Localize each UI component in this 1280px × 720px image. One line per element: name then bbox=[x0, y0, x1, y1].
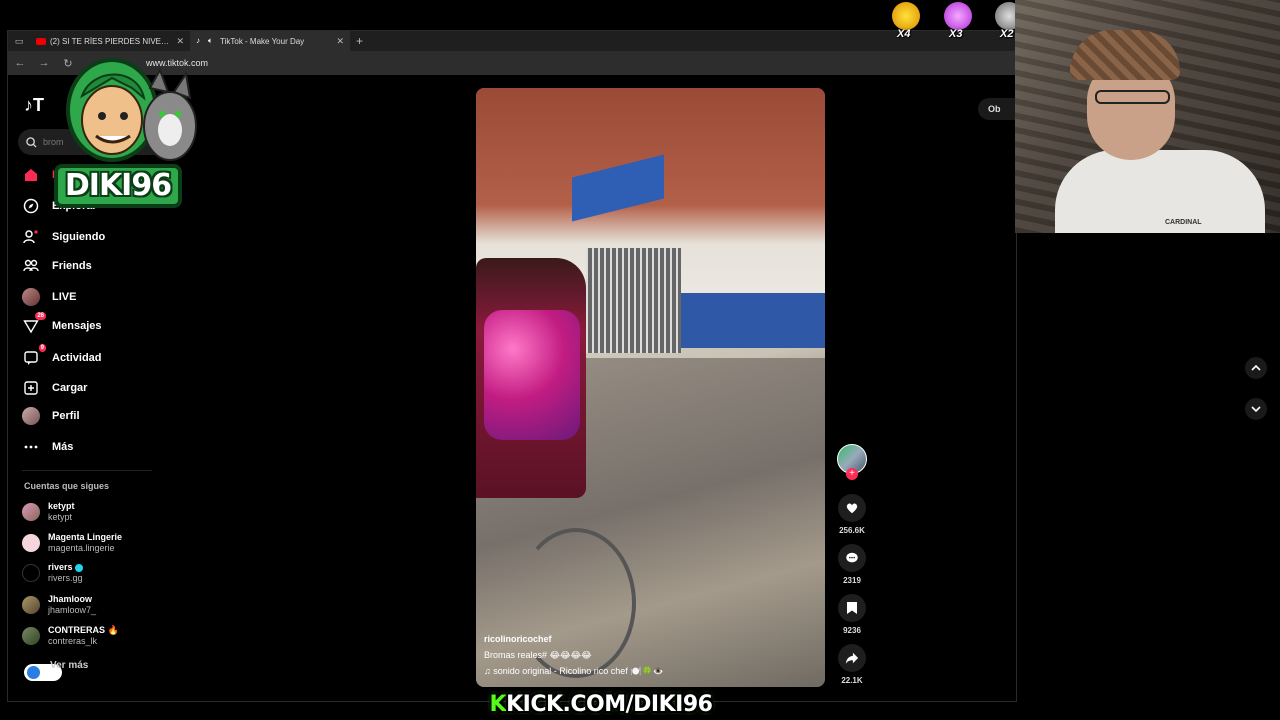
nav-upload[interactable]: Cargar bbox=[22, 378, 87, 398]
tab-sidebar-icon[interactable]: ▭ bbox=[8, 36, 30, 47]
share-icon bbox=[845, 652, 859, 664]
save-count: 9236 bbox=[843, 626, 861, 635]
streamer-logo: DIKI96 bbox=[52, 48, 202, 210]
kick-logo: K bbox=[489, 691, 507, 717]
get-app-button[interactable]: Ob bbox=[978, 98, 1018, 120]
close-icon[interactable]: ✕ bbox=[176, 36, 184, 47]
gift-counter: X4 bbox=[889, 2, 923, 40]
chevron-up-icon bbox=[1251, 364, 1261, 371]
search-icon bbox=[26, 136, 37, 148]
save-button[interactable]: 9236 bbox=[836, 594, 868, 635]
activity-icon: 9 bbox=[22, 344, 46, 367]
verified-icon bbox=[74, 563, 83, 572]
followed-heading: Cuentas que sigues bbox=[24, 481, 110, 491]
kick-url: KICK.COM/DIKI96 bbox=[506, 691, 713, 717]
follow-plus-icon[interactable]: + bbox=[846, 468, 858, 480]
message-icon: 26 bbox=[22, 312, 46, 335]
webcam-glasses bbox=[1095, 90, 1170, 104]
tiktok-icon: ♪ bbox=[24, 95, 33, 115]
like-count: 256.6K bbox=[839, 526, 865, 535]
webcam-cap bbox=[1070, 30, 1180, 80]
followed-account[interactable]: CONTRERAS 🔥 contreras_lk bbox=[22, 625, 119, 647]
comment-count: 2319 bbox=[843, 576, 861, 585]
tiktok-logo[interactable]: ♪T bbox=[24, 95, 44, 116]
avatar bbox=[22, 627, 40, 645]
chevron-down-icon bbox=[1251, 406, 1261, 413]
heart-icon bbox=[846, 503, 858, 514]
nav-activity[interactable]: 9 Actividad bbox=[22, 344, 102, 368]
message-badge: 26 bbox=[35, 312, 46, 320]
logo-text: DIKI96 bbox=[64, 168, 172, 203]
video-player[interactable]: ricolinoricochef Bromas reales# 😂😂😂😂 ♫ s… bbox=[476, 88, 825, 687]
bookmark-icon bbox=[847, 602, 857, 614]
comment-icon bbox=[846, 552, 858, 563]
nav-more[interactable]: Más bbox=[22, 437, 73, 457]
followed-account[interactable]: Jhamloow jhamloow7_ bbox=[22, 594, 96, 616]
video-backpack bbox=[484, 310, 580, 440]
forward-icon[interactable]: → bbox=[38, 57, 50, 69]
profile-icon bbox=[22, 407, 40, 425]
home-icon bbox=[22, 166, 40, 184]
video-caption: ricolinoricochef Bromas reales# 😂😂😂😂 ♫ s… bbox=[484, 634, 804, 677]
video-music[interactable]: ♫ sonido original - Ricolino rico chef 🍽… bbox=[484, 666, 804, 677]
new-tab-icon[interactable]: + bbox=[356, 34, 363, 48]
video-wall bbox=[681, 293, 825, 348]
like-button[interactable]: 256.6K bbox=[836, 494, 868, 535]
live-icon bbox=[22, 288, 40, 306]
comment-button[interactable]: 2319 bbox=[836, 544, 868, 585]
compass-icon bbox=[22, 197, 40, 215]
gift-icon bbox=[892, 2, 920, 30]
close-icon[interactable]: ✕ bbox=[336, 36, 344, 47]
tiktok-icon: ♪ bbox=[196, 36, 200, 45]
back-icon[interactable]: ← bbox=[14, 57, 26, 69]
avatar bbox=[22, 503, 40, 521]
webcam-overlay: CARDINAL bbox=[1015, 0, 1280, 233]
next-video-button[interactable] bbox=[1245, 398, 1267, 420]
video-username[interactable]: ricolinoricochef bbox=[484, 634, 804, 644]
followed-account[interactable]: ketypt ketypt bbox=[22, 501, 75, 523]
see-more-link[interactable]: Ver más bbox=[50, 660, 88, 671]
avatar bbox=[22, 564, 40, 582]
upload-icon bbox=[22, 379, 40, 397]
creator-avatar-button[interactable]: + bbox=[836, 444, 868, 480]
tab-tiktok[interactable]: ♪ 🔈︎ TikTok - Make Your Day ✕ bbox=[190, 31, 350, 51]
share-count: 22.1K bbox=[841, 676, 863, 685]
speaker-icon[interactable]: 🔈︎ bbox=[208, 37, 216, 45]
following-icon bbox=[22, 228, 40, 246]
followed-account[interactable]: rivers rivers.gg bbox=[22, 562, 83, 584]
activity-badge: 9 bbox=[38, 344, 46, 352]
sidebar-divider bbox=[22, 470, 152, 471]
nav-profile[interactable]: Perfil bbox=[22, 406, 80, 426]
tab-title: TikTok - Make Your Day bbox=[220, 36, 305, 46]
gift-counter: X3 bbox=[941, 2, 975, 40]
previous-video-button[interactable] bbox=[1245, 357, 1267, 379]
avatar bbox=[22, 534, 40, 552]
youtube-icon bbox=[36, 37, 46, 45]
share-button[interactable]: 22.1K bbox=[836, 644, 868, 685]
nav-following[interactable]: Siguiendo bbox=[22, 227, 105, 247]
video-grille bbox=[586, 248, 681, 353]
webcam-shirt bbox=[1055, 150, 1265, 233]
nav-friends[interactable]: Friends bbox=[22, 256, 92, 276]
friends-icon bbox=[22, 257, 40, 275]
tab-title: (2) SI TE RÍES PIERDES NIVEL DIOS bbox=[50, 36, 172, 46]
more-icon bbox=[22, 438, 40, 456]
video-description: Bromas reales# 😂😂😂😂 bbox=[484, 650, 592, 660]
shirt-text: CARDINAL bbox=[1165, 219, 1202, 226]
avatar bbox=[22, 596, 40, 614]
kick-banner: K KICK.COM/DIKI96 bbox=[490, 690, 713, 718]
gift-icon bbox=[944, 2, 972, 30]
nav-live[interactable]: LIVE bbox=[22, 287, 76, 307]
nav-messages[interactable]: 26 Mensajes bbox=[22, 312, 102, 336]
followed-account[interactable]: Magenta Lingerie magenta.lingerie bbox=[22, 532, 122, 554]
